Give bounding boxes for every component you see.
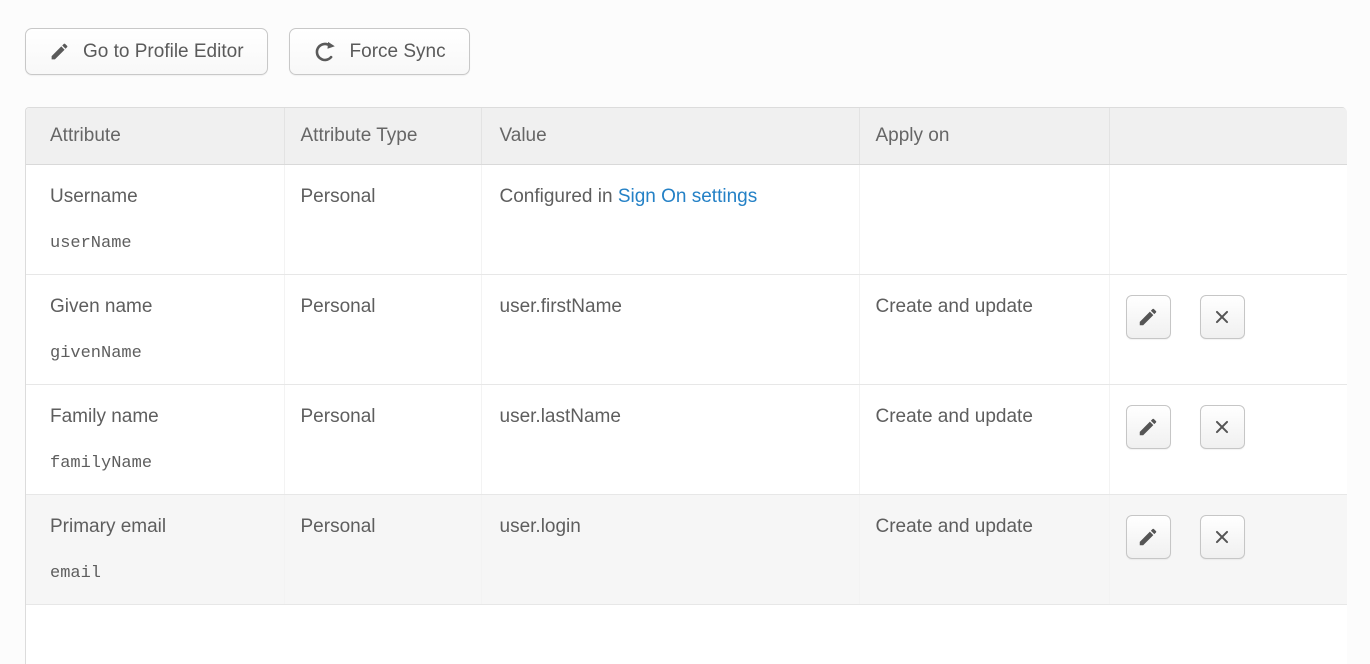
value-text: user.login [500,516,581,537]
close-icon [1211,416,1233,438]
table-row-partial [26,604,1347,664]
cell-attribute: Primary email email [26,494,284,604]
toolbar: Go to Profile Editor Force Sync [25,28,470,75]
pencil-icon [1137,526,1159,548]
cell-attribute-type: Personal [284,164,481,274]
cell-attribute: Username userName [26,164,284,274]
attribute-label: Given name [50,296,284,318]
value-text: user.firstName [500,296,622,317]
cell-apply-on [859,164,1109,274]
attribute-variable: givenName [50,344,284,363]
cell-attribute-type: Personal [284,274,481,384]
pencil-icon [1137,306,1159,328]
close-icon [1211,526,1233,548]
apply-on-value: Create and update [876,406,1033,427]
column-header-apply-on: Apply on [859,108,1109,164]
cell-attribute: Given name givenName [26,274,284,384]
apply-on-value: Create and update [876,516,1033,537]
cell-apply-on: Create and update [859,274,1109,384]
refresh-icon [313,40,337,64]
table-row-primary-email: Primary email email Personal user.login … [26,494,1347,604]
cell-apply-on: Create and update [859,494,1109,604]
edit-attribute-button[interactable] [1126,405,1171,449]
cell-actions [1109,494,1347,604]
go-to-profile-editor-label: Go to Profile Editor [83,41,244,63]
cell-value: user.firstName [481,274,859,384]
go-to-profile-editor-button[interactable]: Go to Profile Editor [25,28,268,75]
attribute-type-value: Personal [301,516,376,537]
cell-actions [1109,384,1347,494]
cell-attribute-type: Personal [284,384,481,494]
value-text: user.lastName [500,406,621,427]
column-header-actions [1109,108,1347,164]
table-row-family-name: Family name familyName Personal user.las… [26,384,1347,494]
column-header-attribute-type: Attribute Type [284,108,481,164]
value-text: Configured in [500,186,613,207]
force-sync-label: Force Sync [350,41,446,63]
attribute-type-value: Personal [301,186,376,207]
close-icon [1211,306,1233,328]
apply-on-value: Create and update [876,296,1033,317]
cell-actions [1109,164,1347,274]
cell-apply-on: Create and update [859,384,1109,494]
delete-attribute-button[interactable] [1200,515,1245,559]
cell-value: user.lastName [481,384,859,494]
pencil-icon [1137,416,1159,438]
edit-attribute-button[interactable] [1126,295,1171,339]
cell-actions [1109,274,1347,384]
pencil-icon [49,41,70,62]
cell-value: user.login [481,494,859,604]
attribute-variable: email [50,564,284,583]
column-header-value: Value [481,108,859,164]
attribute-mapping-table: Attribute Attribute Type Value Apply on … [25,107,1346,664]
attribute-variable: familyName [50,454,284,473]
cell-value: Configured in Sign On settings [481,164,859,274]
sign-on-settings-link[interactable]: Sign On settings [618,186,757,207]
attribute-type-value: Personal [301,296,376,317]
edit-attribute-button[interactable] [1126,515,1171,559]
force-sync-button[interactable]: Force Sync [289,28,470,75]
delete-attribute-button[interactable] [1200,405,1245,449]
table-row-username: Username userName Personal Configured in… [26,164,1347,274]
attribute-type-value: Personal [301,406,376,427]
attribute-label: Username [50,186,284,208]
cell-attribute: Family name familyName [26,384,284,494]
table-row-given-name: Given name givenName Personal user.first… [26,274,1347,384]
delete-attribute-button[interactable] [1200,295,1245,339]
table-header-row: Attribute Attribute Type Value Apply on [26,108,1347,164]
attribute-label: Family name [50,406,284,428]
attribute-variable: userName [50,234,284,253]
attribute-label: Primary email [50,516,284,538]
column-header-attribute: Attribute [26,108,284,164]
cell-attribute-type: Personal [284,494,481,604]
